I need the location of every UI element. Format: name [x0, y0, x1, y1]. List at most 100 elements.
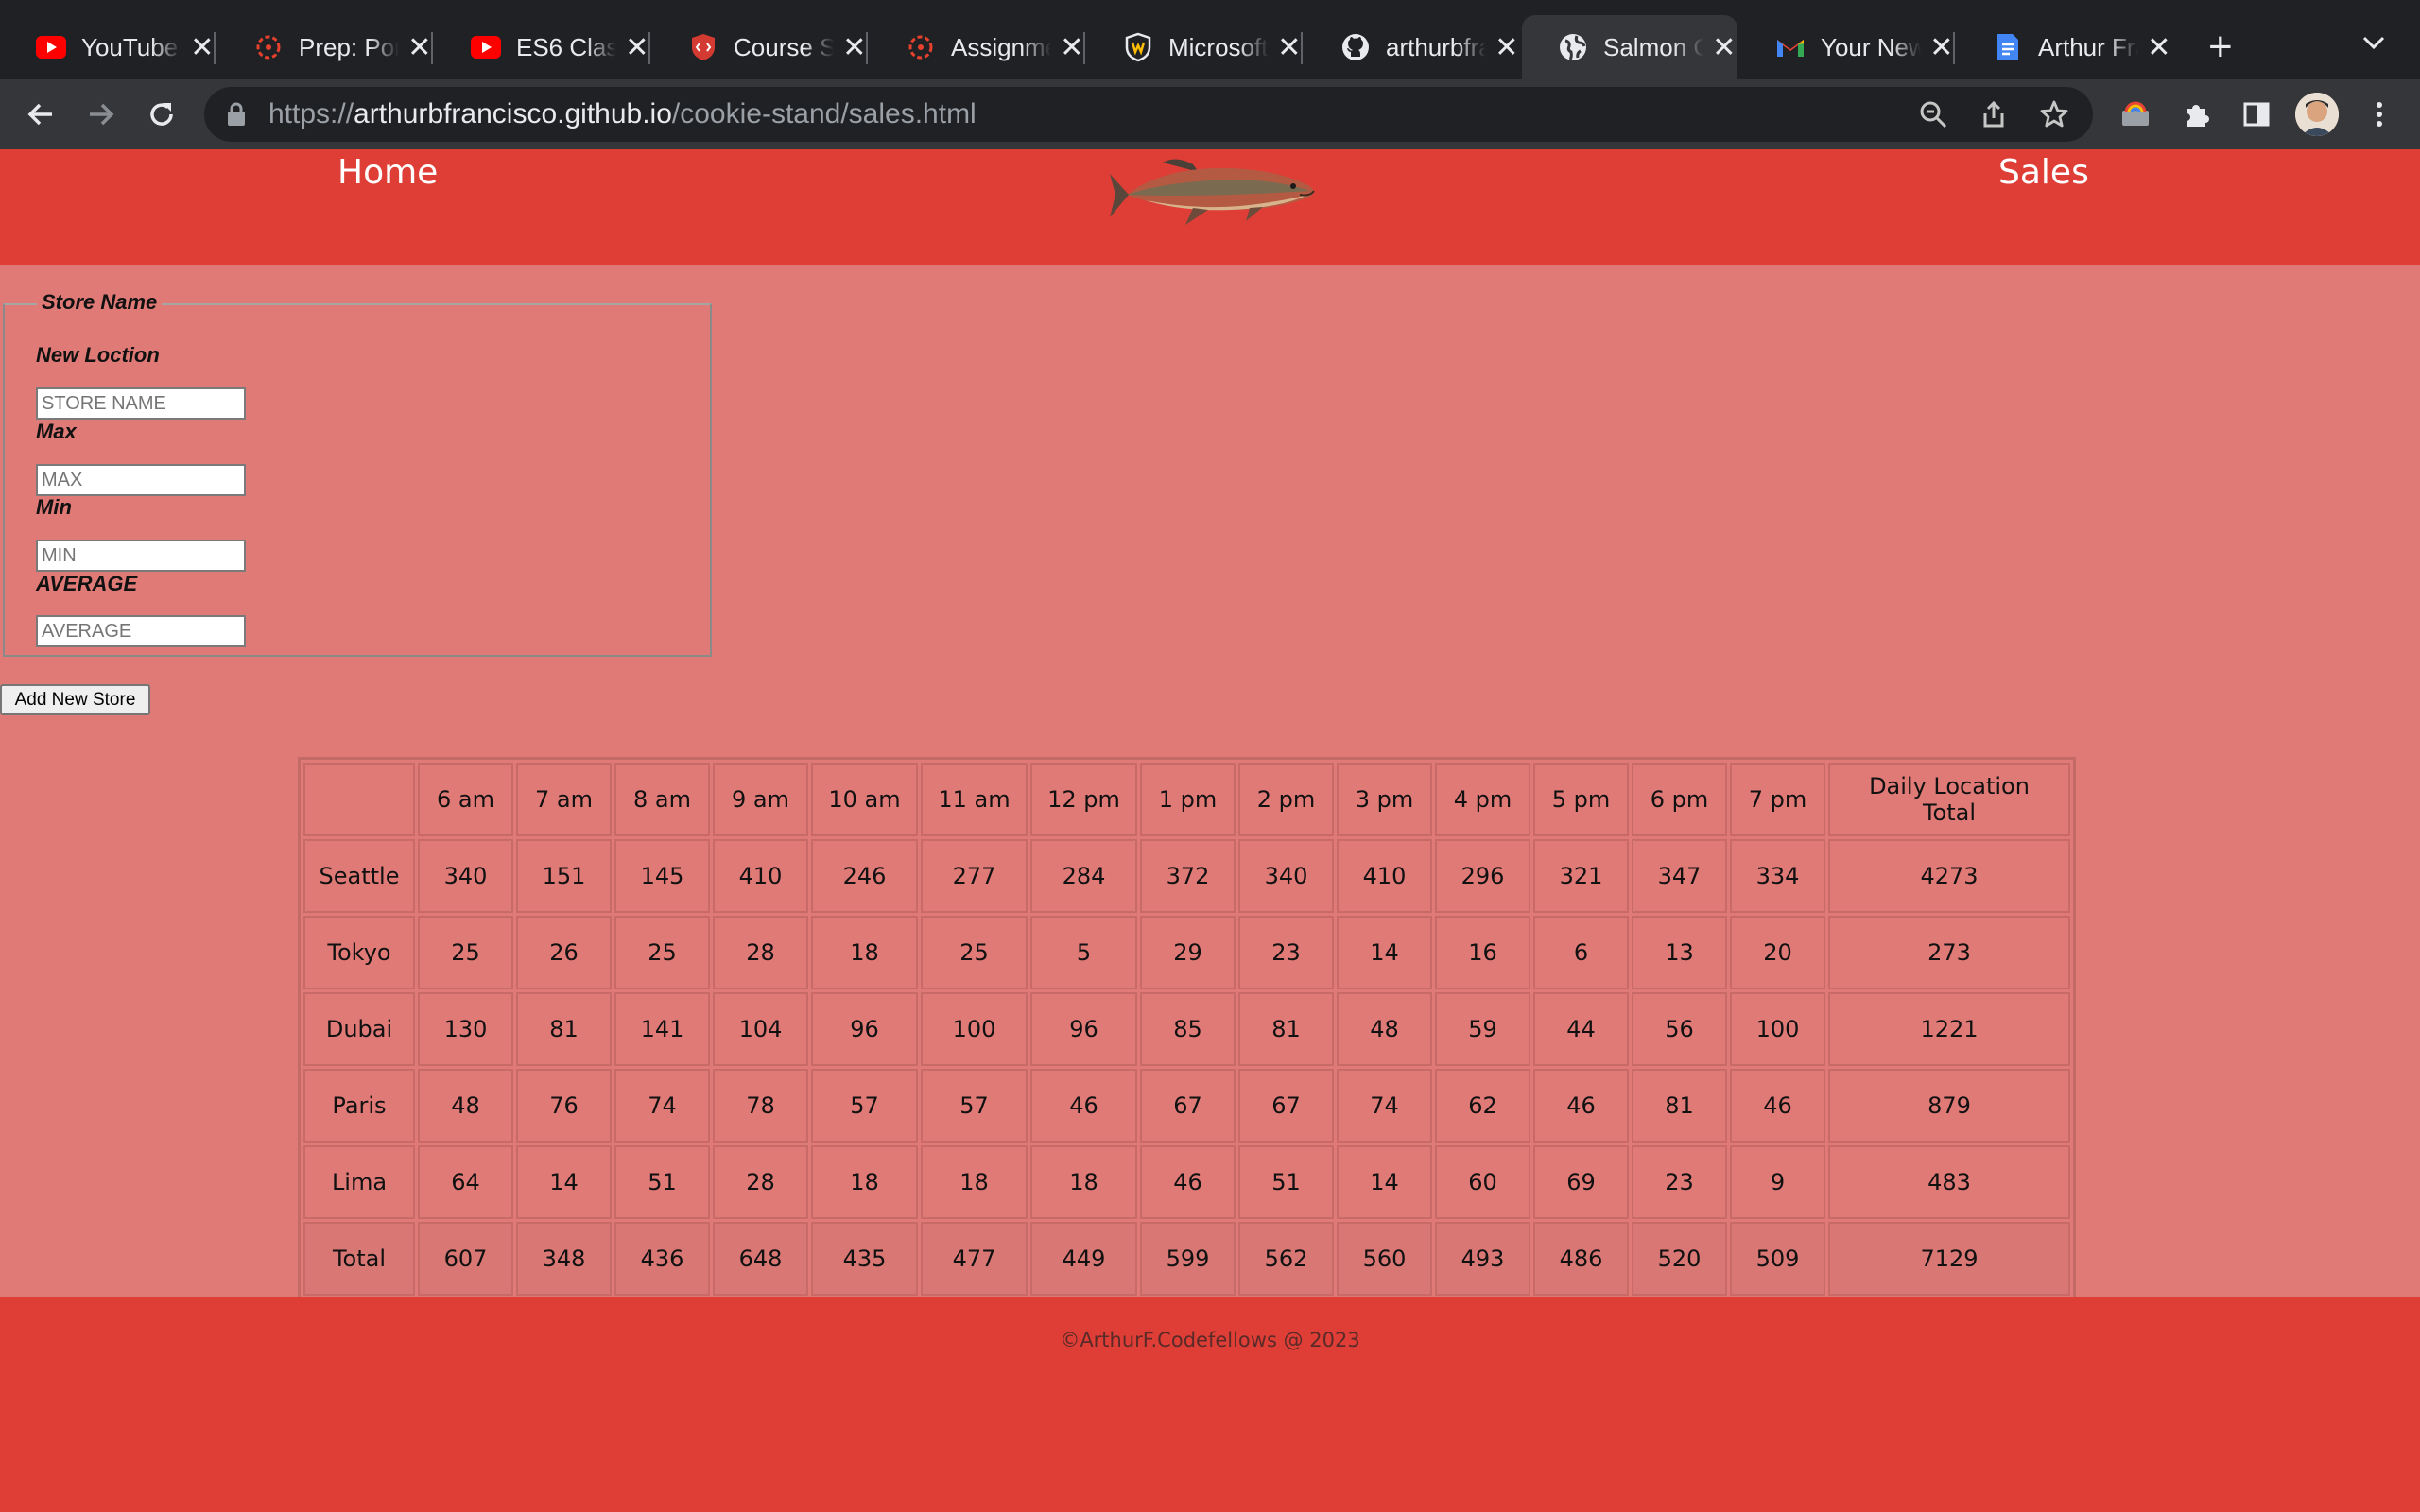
bookmark-star-icon[interactable]	[2038, 98, 2070, 130]
side-panel-icon[interactable]	[2238, 96, 2274, 132]
address-bar[interactable]: https://arthurbfrancisco.github.io/cooki…	[204, 87, 2093, 142]
hour-header-cell: 8 am	[614, 763, 710, 836]
add-new-store-button[interactable]: Add New Store	[0, 684, 150, 715]
hourly-sales-cell: 9	[1730, 1145, 1825, 1219]
hourly-sales-cell: 67	[1238, 1069, 1334, 1143]
nav-sales-link[interactable]: Sales	[1998, 153, 2089, 192]
site-footer: ©ArthurF.Codefellows @ 2023	[0, 1297, 2420, 1512]
nav-home-link[interactable]: Home	[337, 153, 438, 192]
hourly-sales-cell: 28	[713, 916, 808, 989]
browser-tab[interactable]: Microsoft ✕	[1087, 15, 1303, 79]
salmon-logo-icon	[1108, 153, 1322, 233]
hourly-total-cell: 477	[921, 1222, 1028, 1296]
store-name-cell: Paris	[303, 1069, 415, 1143]
hourly-total-cell: 348	[516, 1222, 612, 1296]
hour-header-cell: 6 am	[418, 763, 513, 836]
browser-tab[interactable]: Course Schedule✕	[652, 15, 868, 79]
table-row: Paris 48 76 74 78 57 57 46 67 67 74 62 46 81 46 879	[303, 1069, 2070, 1143]
browser-tab[interactable]: Salmon Cookies ✕	[1522, 15, 1737, 79]
tab-search-chevron-icon[interactable]	[2361, 28, 2386, 58]
new-tab-button[interactable]: +	[2208, 25, 2233, 70]
tab-close-icon[interactable]: ✕	[189, 31, 216, 64]
hourly-total-cell: 648	[713, 1222, 808, 1296]
browser-tab[interactable]: ES6 Classes ✕	[435, 15, 650, 79]
max-input[interactable]	[36, 464, 246, 496]
hourly-sales-cell: 44	[1533, 992, 1629, 1066]
tab-close-icon[interactable]: ✕	[1928, 31, 1955, 64]
table-row: Lima 64 14 51 28 18 18 18 46 51 14 60 69 23 9 483	[303, 1145, 2070, 1219]
zoom-icon[interactable]	[1917, 98, 1949, 130]
hourly-total-cell: 435	[811, 1222, 918, 1296]
hourly-sales-cell: 25	[418, 916, 513, 989]
hourly-sales-cell: 81	[1632, 1069, 1727, 1143]
form-legend: Store Name	[37, 290, 163, 315]
hourly-total-cell: 449	[1030, 1222, 1137, 1296]
canvas-icon	[251, 30, 285, 64]
tab-close-icon[interactable]: ✕	[1711, 31, 1737, 64]
min-input[interactable]	[36, 540, 246, 572]
tab-separator	[648, 32, 650, 64]
browser-tab[interactable]: Assignments ✕	[870, 15, 1085, 79]
hour-header-cell: 11 am	[921, 763, 1028, 836]
daily-total-cell: 273	[1828, 916, 2070, 989]
hourly-sales-cell: 321	[1533, 839, 1629, 913]
store-name-cell: Tokyo	[303, 916, 415, 989]
extensions-puzzle-icon[interactable]	[2178, 96, 2214, 132]
reload-icon[interactable]	[140, 93, 183, 136]
back-arrow-icon[interactable]	[19, 93, 62, 136]
tab-close-icon[interactable]: ✕	[406, 31, 433, 64]
hourly-sales-cell: 23	[1632, 1145, 1727, 1219]
tab-close-icon[interactable]: ✕	[1276, 31, 1303, 64]
browser-tab[interactable]: Arthur Francisco ✕	[1957, 15, 2172, 79]
hour-header-cell: 3 pm	[1337, 763, 1432, 836]
hour-header-cell: 7 am	[516, 763, 612, 836]
hourly-sales-cell: 14	[516, 1145, 612, 1219]
browser-tab[interactable]: arthurbfrancisco ✕	[1305, 15, 1520, 79]
lock-icon[interactable]	[227, 102, 246, 131]
hourly-sales-cell: 46	[1730, 1069, 1825, 1143]
hour-header-cell: 5 pm	[1533, 763, 1629, 836]
hourly-sales-cell: 46	[1030, 1069, 1137, 1143]
browser-tab[interactable]: Prep: Portfolio✕	[217, 15, 433, 79]
hourly-sales-cell: 57	[921, 1069, 1028, 1143]
browser-toolbar: https://arthurbfrancisco.github.io/cooki…	[0, 79, 2420, 149]
share-icon[interactable]	[1978, 98, 2010, 130]
gmail-icon	[1773, 30, 1807, 64]
globe-icon	[1556, 30, 1590, 64]
store-name-input[interactable]	[36, 387, 246, 420]
browser-menu-icon[interactable]	[2361, 96, 2397, 132]
tab-separator	[431, 32, 433, 64]
forward-arrow-icon[interactable]	[79, 93, 123, 136]
hourly-sales-cell: 18	[811, 1145, 918, 1219]
average-input[interactable]	[36, 615, 246, 647]
tab-separator	[1953, 32, 1955, 64]
hour-header-cell: 4 pm	[1435, 763, 1530, 836]
hour-header-cell: 7 pm	[1730, 763, 1825, 836]
hourly-sales-cell: 372	[1140, 839, 1236, 913]
page-viewport: Home Sales Store Name New Loction Max Mi…	[0, 149, 2420, 1512]
tab-close-icon[interactable]: ✕	[2146, 31, 2172, 64]
hourly-sales-cell: 57	[811, 1069, 918, 1143]
hourly-sales-cell: 81	[1238, 992, 1334, 1066]
profile-avatar[interactable]	[2295, 93, 2339, 136]
tab-close-icon[interactable]: ✕	[624, 31, 650, 64]
browser-tab[interactable]: YouTube ✕	[0, 15, 216, 79]
browser-tab[interactable]: Your New ✕	[1739, 15, 1955, 79]
table-header-row: 6 am 7 am 8 am 9 am 10 am 11 am 12 pm 1 pm 2 pm 3…	[303, 763, 2070, 836]
tab-separator	[1083, 32, 1085, 64]
tab-close-icon[interactable]: ✕	[1059, 31, 1085, 64]
url-text[interactable]: https://arthurbfrancisco.github.io/cooki…	[268, 98, 977, 130]
new-location-label: New Loction	[36, 343, 160, 367]
table-row: Seattle 340 151 145 410 246 277 284 372 340 410 296…	[303, 839, 2070, 913]
hourly-sales-cell: 18	[1030, 1145, 1137, 1219]
hourly-sales-cell: 100	[921, 992, 1028, 1066]
extension-rainbow-icon[interactable]	[2118, 96, 2153, 132]
tab-close-icon[interactable]: ✕	[1494, 31, 1520, 64]
tab-close-icon[interactable]: ✕	[841, 31, 868, 64]
docs-icon	[1991, 30, 2025, 64]
hour-header-cell: 10 am	[811, 763, 918, 836]
totals-row: Total 607 348 436 648 435 477 449 599 562 560 493 48…	[303, 1222, 2070, 1296]
hourly-sales-cell: 85	[1140, 992, 1236, 1066]
hourly-sales-cell: 78	[713, 1069, 808, 1143]
tab-title: Your New	[1821, 32, 1921, 61]
